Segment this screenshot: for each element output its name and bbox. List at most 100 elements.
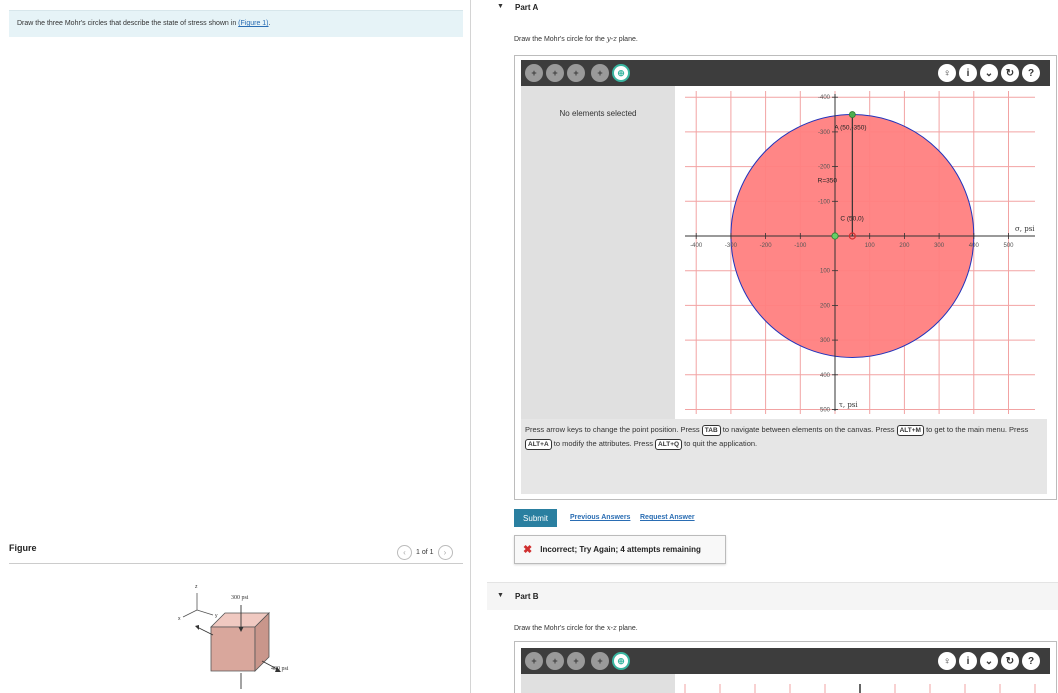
part-a-header[interactable]: Part A [515, 3, 538, 12]
help-text-1: Press arrow keys to change the point pos… [525, 425, 702, 434]
submit-button[interactable]: Submit [514, 509, 557, 527]
drawing-toolbar-b: + + + + ⊕ ♀ i ⌄ ↻ ? [521, 648, 1050, 674]
radius-label: R=350 [818, 178, 838, 185]
y-tick-label: 300 [820, 338, 831, 344]
cube-front-face [210, 626, 256, 672]
part-b-instruction-post: plane. [616, 625, 638, 632]
info-icon[interactable]: i [959, 64, 977, 82]
circle-tool-icon[interactable]: + [546, 652, 564, 670]
graph-canvas-b[interactable] [675, 680, 1043, 693]
help-key-tab: TAB [701, 425, 721, 436]
x-tick-label: 200 [899, 243, 910, 249]
problem-end: . [268, 20, 271, 27]
y-tick-label: 100 [820, 269, 831, 275]
previous-answers-link[interactable]: Previous Answers [570, 514, 630, 521]
x-tick-label: -300 [725, 243, 738, 249]
part-a-plane: y-z [606, 35, 617, 43]
hint-icon[interactable]: ♀ [938, 64, 956, 82]
keyboard-help: Press arrow keys to change the point pos… [521, 419, 1047, 494]
help-icon[interactable]: ? [1022, 64, 1040, 82]
help-text-4: to modify the attributes. Press [551, 439, 656, 448]
y-tick-label: 400 [820, 373, 831, 379]
figure-link[interactable]: (Figure 1) [238, 20, 268, 27]
elements-panel-b [521, 674, 675, 693]
point-a [848, 111, 856, 118]
part-b-collapse-icon[interactable]: ▼ [497, 592, 504, 599]
part-b-plane: x-z [606, 624, 617, 632]
axis-x-label: x [178, 616, 181, 622]
help-key-altm: ALT+M [896, 425, 924, 436]
x-tick-label: -400 [690, 243, 703, 249]
elements-panel: No elements selected [521, 86, 675, 419]
axis-z-label: z [195, 584, 198, 590]
y-tick-label: -400 [818, 95, 831, 101]
part-b-instruction-pre: Draw the Mohr's circle for the [514, 625, 607, 632]
request-answer-link[interactable]: Request Answer [640, 514, 695, 521]
stress-element-figure: z y x 300 psi 400 psi [178, 584, 289, 689]
center-label: C (50,0) [840, 216, 863, 223]
part-a-instruction-pre: Draw the Mohr's circle for the [514, 36, 607, 43]
dropdown-icon[interactable]: ⌄ [980, 652, 998, 670]
circle-tool-icon[interactable]: + [546, 64, 564, 82]
part-a-collapse-icon[interactable]: ▼ [497, 3, 504, 10]
info-icon[interactable]: i [959, 652, 977, 670]
graph-canvas[interactable]: -400 -300 -200 -100 100 200 300 400 500 -400 -300 -… [675, 86, 1043, 419]
point-a-label: A (50,-350) [834, 125, 866, 132]
x-tick-label: 500 [1003, 243, 1014, 249]
pager-text: 1 of 1 [416, 549, 434, 556]
x-tick-label: 400 [969, 243, 980, 249]
dropdown-icon[interactable]: ⌄ [980, 64, 998, 82]
problem-text: Draw the three Mohr's circles that descr… [17, 20, 237, 27]
radius-tool-icon[interactable]: + [591, 652, 609, 670]
figure-divider [9, 563, 463, 564]
incorrect-icon: ✖ [523, 544, 533, 556]
compass-tool-icon[interactable]: ⊕ [612, 652, 630, 670]
drawing-toolbar: + + + + ⊕ ♀ i ⌄ ↻ ? [521, 60, 1050, 86]
stress-side-label: 400 psi [271, 666, 289, 672]
y-tick-label: 200 [820, 303, 831, 309]
help-text-2: to navigate between elements on the canv… [720, 425, 897, 434]
sigma-axis-label: σ, psi [1015, 225, 1035, 233]
help-text-5: to quit the application. [682, 439, 758, 448]
mohr-graph[interactable]: -400 -300 -200 -100 100 200 300 400 500 -400 -300 -… [675, 86, 1043, 419]
hint-icon[interactable]: ♀ [938, 652, 956, 670]
figure-pager: ‹ 1 of 1 › [397, 545, 453, 560]
help-icon[interactable]: ? [1022, 652, 1040, 670]
tau-axis-label: τ, psi [839, 401, 858, 409]
part-a-instruction-post: plane. [616, 36, 638, 43]
point-icon[interactable]: + [525, 64, 543, 82]
y-tick-label: 500 [820, 408, 831, 414]
center-tool-icon[interactable]: + [567, 64, 585, 82]
no-elements-text: No elements selected [559, 109, 637, 118]
help-text-3: to get to the main menu. Press [923, 425, 1029, 434]
feedback-box: ✖ Incorrect; Try Again; 4 attempts remai… [514, 535, 726, 564]
y-tick-label: -300 [818, 130, 831, 136]
x-tick-label: -200 [760, 243, 773, 249]
radius-tool-icon[interactable]: + [591, 64, 609, 82]
help-key-altq: ALT+Q [655, 439, 683, 450]
part-b-header-bar [487, 582, 1058, 610]
axis-y-label: y [215, 613, 218, 619]
part-b-header[interactable]: Part B [515, 592, 539, 601]
help-key-alta: ALT+A [525, 439, 552, 450]
left-panel: Draw the three Mohr's circles that descr… [0, 0, 471, 693]
x-tick-label: -100 [794, 243, 807, 249]
feedback-text: Incorrect; Try Again; 4 attempts remaini… [540, 545, 701, 554]
part-a-instruction: Draw the Mohr's circle for the y-z plane… [514, 35, 638, 43]
x-tick-label: 300 [934, 243, 945, 249]
center-tool-icon[interactable]: + [567, 652, 585, 670]
origin-point [831, 232, 839, 240]
chevron-right-icon[interactable]: › [437, 545, 453, 560]
y-tick-label: -200 [818, 165, 831, 171]
reset-icon[interactable]: ↻ [1001, 652, 1019, 670]
x-tick-label: 100 [865, 243, 876, 249]
problem-statement: Draw the three Mohr's circles that descr… [9, 10, 463, 37]
y-tick-label: -100 [818, 199, 831, 205]
figure-label: Figure [9, 543, 37, 553]
part-b-instruction: Draw the Mohr's circle for the x-z plane… [514, 624, 638, 632]
point-icon[interactable]: + [525, 652, 543, 670]
chevron-left-icon[interactable]: ‹ [397, 545, 412, 560]
stress-top-label: 300 psi [231, 595, 249, 601]
compass-tool-icon[interactable]: ⊕ [612, 64, 630, 82]
reset-icon[interactable]: ↻ [1001, 64, 1019, 82]
